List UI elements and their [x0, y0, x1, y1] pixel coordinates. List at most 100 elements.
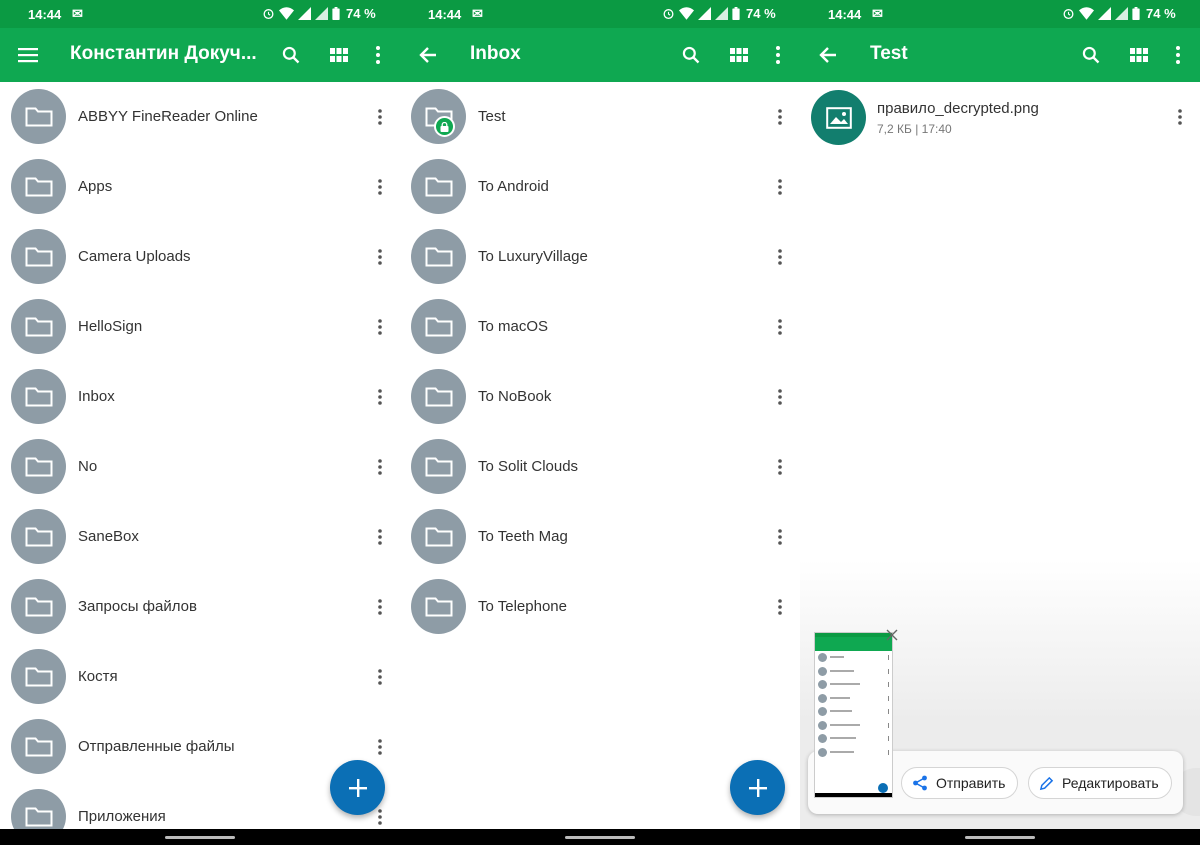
folder-name: SaneBox — [78, 528, 139, 545]
more-vert-icon[interactable] — [370, 523, 390, 551]
screenshot-collage: 14:44 ✉ 74 % Константин Докуч... ABBYY F… — [0, 0, 1200, 845]
folder-row[interactable]: Inbox — [0, 362, 400, 432]
more-vert-icon[interactable] — [370, 103, 390, 131]
back-arrow-icon[interactable] — [814, 41, 842, 69]
folder-name: To Android — [478, 178, 549, 195]
preview-app-bar — [815, 633, 892, 651]
search-icon[interactable] — [677, 41, 705, 69]
folder-name: ABBYY FineReader Online — [78, 108, 258, 125]
search-icon[interactable] — [277, 41, 305, 69]
folder-icon — [11, 369, 66, 424]
more-vert-icon[interactable] — [370, 453, 390, 481]
more-vert-icon[interactable] — [770, 523, 790, 551]
add-button[interactable] — [730, 760, 785, 815]
more-vert-icon[interactable] — [370, 173, 390, 201]
more-vert-icon[interactable] — [370, 733, 390, 761]
folder-icon — [411, 369, 466, 424]
more-vert-icon[interactable] — [770, 103, 790, 131]
search-icon[interactable] — [1077, 41, 1105, 69]
page-title: Константин Докуч... — [70, 43, 257, 64]
folder-name: To Solit Clouds — [478, 458, 579, 475]
page-title: Inbox — [470, 43, 521, 64]
status-bar: 14:44 ✉ 74 % — [400, 0, 800, 28]
signal-icon — [1098, 7, 1111, 20]
more-vert-icon[interactable] — [364, 41, 392, 69]
preview-row — [815, 732, 892, 746]
status-bar: 14:44 ✉ 74 % — [800, 0, 1200, 28]
preview-list — [815, 651, 892, 759]
grid-view-icon[interactable] — [1125, 41, 1153, 69]
edit-button[interactable]: Редактировать — [1028, 767, 1172, 799]
lock-icon — [434, 116, 455, 137]
folder-row[interactable]: Запросы файлов — [0, 572, 400, 642]
more-vert-icon[interactable] — [1170, 103, 1190, 131]
folder-icon — [11, 649, 66, 704]
file-name: правило_decrypted.png — [877, 100, 1039, 117]
add-icon — [348, 778, 367, 797]
more-vert-icon[interactable] — [370, 243, 390, 271]
folder-list: ABBYY FineReader Online Apps Camera Upload… — [0, 82, 400, 845]
folder-row[interactable]: To Solit Clouds — [400, 432, 800, 502]
grid-view-icon[interactable] — [325, 41, 353, 69]
battery-percent: 74 % — [1146, 6, 1176, 21]
more-vert-icon[interactable] — [770, 173, 790, 201]
folder-icon — [11, 579, 66, 634]
folder-row[interactable]: ABBYY FineReader Online — [0, 82, 400, 152]
more-vert-icon[interactable] — [770, 593, 790, 621]
more-vert-icon[interactable] — [770, 243, 790, 271]
more-vert-icon[interactable] — [770, 313, 790, 341]
folder-icon — [11, 719, 66, 774]
folder-icon — [11, 89, 66, 144]
home-gesture-pill[interactable] — [565, 836, 635, 839]
pencil-icon — [1039, 776, 1054, 790]
home-gesture-pill[interactable] — [965, 836, 1035, 839]
folder-row[interactable]: To LuxuryVillage — [400, 222, 800, 292]
folder-row[interactable]: HelloSign — [0, 292, 400, 362]
more-vert-icon[interactable] — [370, 593, 390, 621]
folder-row[interactable]: To macOS — [400, 292, 800, 362]
edit-label: Редактировать — [1062, 775, 1159, 791]
wifi-icon — [279, 7, 294, 20]
folder-row[interactable]: SaneBox — [0, 502, 400, 572]
folder-row[interactable]: To Telephone — [400, 572, 800, 642]
share-button[interactable]: Отправить — [901, 767, 1019, 799]
folder-row[interactable]: No — [0, 432, 400, 502]
screenshot-preview-thumbnail[interactable] — [814, 632, 893, 798]
more-vert-icon[interactable] — [1164, 41, 1192, 69]
image-icon — [811, 90, 866, 145]
folder-row[interactable]: Test — [400, 82, 800, 152]
more-vert-icon[interactable] — [764, 41, 792, 69]
folder-name: Приложения — [78, 808, 166, 825]
share-label: Отправить — [936, 775, 1006, 791]
file-row[interactable]: правило_decrypted.png 7,2 КБ | 17:40 — [800, 82, 1200, 152]
folder-row[interactable]: To NoBook — [400, 362, 800, 432]
folder-icon — [411, 509, 466, 564]
more-vert-icon[interactable] — [770, 453, 790, 481]
more-vert-icon[interactable] — [370, 313, 390, 341]
menu-icon[interactable] — [14, 41, 42, 69]
back-arrow-icon[interactable] — [414, 41, 442, 69]
more-vert-icon[interactable] — [370, 663, 390, 691]
folder-row[interactable]: Apps — [0, 152, 400, 222]
gmail-notification-icon: ✉ — [72, 6, 83, 21]
more-vert-icon[interactable] — [770, 383, 790, 411]
folder-list: Test To Android To LuxuryVillage To macOS To… — [400, 82, 800, 642]
folder-icon — [11, 159, 66, 214]
preview-row — [815, 651, 892, 665]
app-bar: Константин Докуч... — [0, 28, 400, 82]
system-nav-bar — [800, 829, 1200, 845]
folder-name: To NoBook — [478, 388, 552, 405]
screen-root-folder: 14:44 ✉ 74 % Константин Докуч... ABBYY F… — [0, 0, 400, 845]
status-icons: 74 % — [262, 6, 376, 21]
close-icon[interactable] — [884, 627, 900, 643]
folder-row[interactable]: Костя — [0, 642, 400, 712]
folder-row[interactable]: Camera Uploads — [0, 222, 400, 292]
home-gesture-pill[interactable] — [165, 836, 235, 839]
folder-row[interactable]: To Android — [400, 152, 800, 222]
folder-icon — [11, 509, 66, 564]
add-button[interactable] — [330, 760, 385, 815]
grid-view-icon[interactable] — [725, 41, 753, 69]
preview-row — [815, 719, 892, 733]
folder-row[interactable]: To Teeth Mag — [400, 502, 800, 572]
more-vert-icon[interactable] — [370, 383, 390, 411]
